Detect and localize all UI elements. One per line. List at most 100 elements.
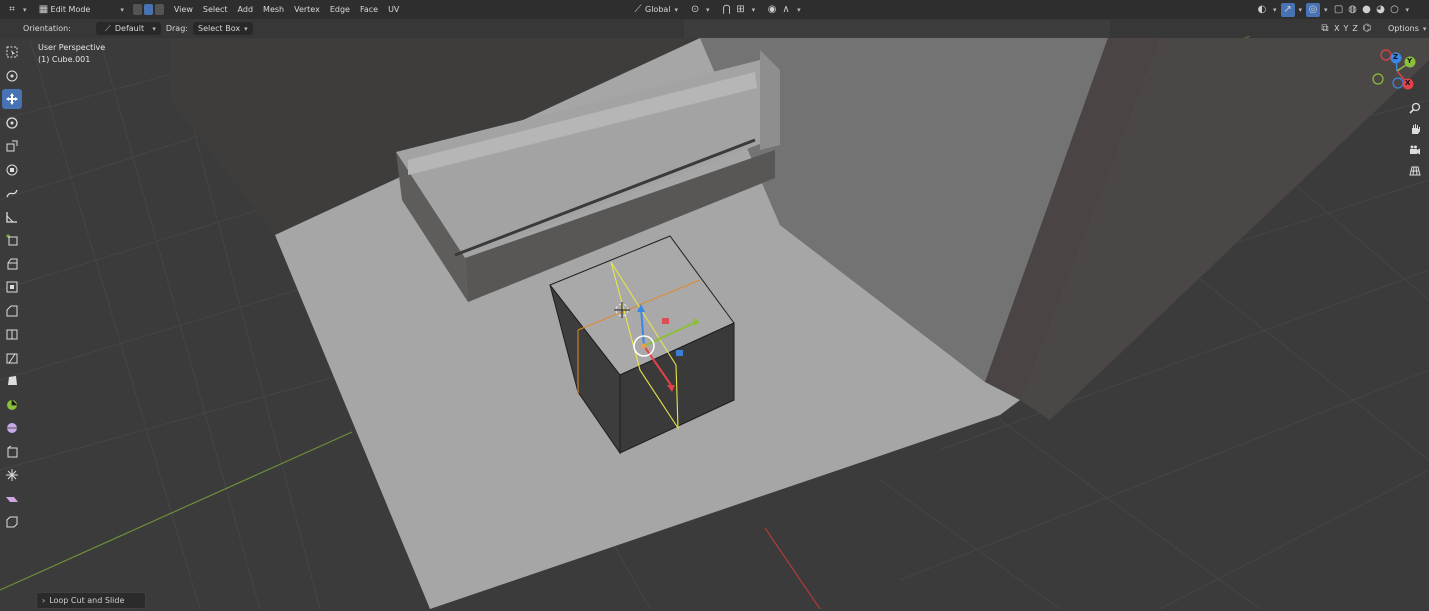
orientation-icon: ⟋	[105, 23, 111, 33]
navigation-gizmo[interactable]: Z Y X	[1370, 46, 1424, 92]
edge-slide-icon	[7, 445, 18, 457]
gizmo-toggle-icon[interactable]: ↗	[1280, 2, 1295, 17]
shear-tool[interactable]	[2, 489, 22, 509]
last-operation-label: Loop Cut and Slide	[49, 596, 125, 605]
rotate-icon	[6, 116, 18, 129]
pivot-icon: ⊙	[690, 4, 700, 15]
orientation-dropdown[interactable]: ⟋ Default ▾	[95, 22, 161, 35]
axis-z-toggle[interactable]: Z	[1350, 21, 1359, 36]
cursor-icon	[6, 70, 18, 81]
camera-view-button[interactable]	[1406, 141, 1424, 159]
orientation-value: Global	[645, 5, 671, 14]
orientation-dropdown-value: Default	[114, 24, 145, 33]
cursor-tool[interactable]	[2, 66, 22, 86]
face-select-icon[interactable]	[154, 4, 164, 15]
hand-icon	[1412, 124, 1420, 134]
perspective-toggle-button[interactable]	[1406, 162, 1424, 180]
chevron-down-icon: ▾	[244, 24, 248, 33]
select-box-tool[interactable]	[2, 42, 22, 62]
transform-icon	[6, 164, 18, 175]
visibility-icon[interactable]: ◐	[1255, 3, 1269, 17]
menu-vertex[interactable]: Vertex	[289, 2, 325, 17]
proportional-edit-icon: ◉	[767, 4, 777, 15]
loop-cut-icon	[6, 329, 18, 340]
orientation-selector[interactable]: ⟋ Global ▾	[626, 2, 683, 17]
add-cube-tool[interactable]	[2, 230, 22, 250]
axis-y-toggle[interactable]: Y	[1341, 21, 1350, 36]
gizmo-y-label: Y	[1407, 57, 1413, 65]
material-shading-icon[interactable]: ◕	[1374, 3, 1388, 17]
falloff-icon: ∧	[782, 4, 790, 15]
mode-label: Edit Mode	[50, 5, 91, 14]
smooth-tool[interactable]	[2, 418, 22, 438]
topology-mirror-icon[interactable]: ⌬	[1360, 22, 1374, 36]
options-dropdown[interactable]: Options ▾	[1383, 21, 1429, 36]
proportional-edit-toggle[interactable]: ◉ ∧ ▾	[760, 2, 806, 17]
zoom-button[interactable]	[1406, 99, 1424, 117]
solid-shading-icon[interactable]: ●	[1360, 3, 1374, 17]
xray-toggle-icon[interactable]: ▢	[1332, 3, 1346, 17]
last-operation-panel[interactable]: › Loop Cut and Slide	[36, 592, 146, 609]
chevron-down-icon: ▾	[1422, 24, 1427, 33]
chevron-down-icon: ▾	[152, 24, 156, 33]
menu-select[interactable]: Select	[198, 2, 233, 17]
header-menus: View Select Add Mesh Vertex Edge Face UV	[169, 2, 405, 17]
viewport-scene	[0, 0, 1429, 610]
extrude-region-tool[interactable]	[2, 254, 22, 274]
rotate-tool[interactable]	[2, 113, 22, 133]
inset-faces-tool[interactable]	[2, 277, 22, 297]
bevel-tool[interactable]	[2, 301, 22, 321]
menu-edge[interactable]: Edge	[325, 2, 355, 17]
viewport-shading-controls: ◐ ▾ ↗ ▾ ◎ ▾ ▢ ◍ ● ◕ ○ ▾	[1255, 2, 1409, 17]
shrink-fatten-tool[interactable]	[2, 465, 22, 485]
edge-select-icon[interactable]	[143, 4, 153, 15]
measure-tool[interactable]	[2, 207, 22, 227]
viewport-header: ⌗ ▾ ▦ Edit Mode ▾ View Select Add Mesh Ve…	[0, 0, 1429, 19]
menu-view[interactable]: View	[169, 2, 198, 17]
drag-dropdown[interactable]: Select Box ▾	[192, 22, 253, 35]
scale-tool[interactable]	[2, 136, 22, 156]
edge-slide-tool[interactable]	[2, 442, 22, 462]
editor-type-button[interactable]: ⌗ ▾	[0, 2, 32, 17]
3d-viewport[interactable]	[0, 0, 1429, 610]
inset-faces-icon	[6, 281, 18, 293]
transform-tool[interactable]	[2, 160, 22, 180]
shear-icon	[6, 496, 18, 502]
poly-build-tool[interactable]	[2, 371, 22, 391]
overlay-toggle-icon[interactable]: ◎	[1306, 2, 1321, 17]
menu-add[interactable]: Add	[233, 2, 259, 17]
pivot-selector[interactable]: ⊙ ▾	[683, 2, 715, 17]
spin-icon	[7, 399, 17, 410]
mirror-icon: ⧉	[1321, 23, 1329, 34]
bevel-icon	[6, 305, 18, 316]
gizmo-z-label: Z	[1393, 53, 1399, 61]
menu-mesh[interactable]: Mesh	[258, 2, 289, 17]
zoom-icon	[1409, 102, 1421, 114]
menu-uv[interactable]: UV	[383, 2, 404, 17]
chevron-down-icon: ▾	[674, 5, 679, 14]
wireframe-shading-icon[interactable]: ◍	[1346, 3, 1360, 17]
annotate-tool[interactable]	[2, 183, 22, 203]
axis-x-toggle[interactable]: X	[1332, 21, 1341, 36]
spin-tool[interactable]	[2, 395, 22, 415]
select-mode-toggle[interactable]	[132, 3, 165, 16]
camera-icon	[1410, 145, 1420, 155]
rip-region-tool[interactable]	[2, 512, 22, 532]
move-tool[interactable]	[2, 89, 22, 109]
snap-toggle[interactable]: ⋂ ⊞ ▾	[715, 2, 761, 17]
poly-build-icon	[8, 376, 17, 385]
smooth-icon	[7, 423, 17, 433]
rip-region-icon	[6, 516, 18, 528]
shrink-fatten-icon	[6, 469, 18, 481]
select-box-icon	[6, 46, 18, 58]
orientation-label: Orientation:	[23, 24, 71, 33]
pan-button[interactable]	[1406, 120, 1424, 138]
rendered-shading-icon[interactable]: ○	[1388, 3, 1402, 17]
vertex-select-icon[interactable]	[132, 4, 142, 15]
tool-shelf	[2, 42, 22, 536]
mode-selector[interactable]: ▦ Edit Mode ▾	[32, 2, 129, 17]
menu-face[interactable]: Face	[355, 2, 383, 17]
loop-cut-tool[interactable]	[2, 324, 22, 344]
tool-settings-bar: Orientation: ⟋ Default ▾ Drag: Select Bo…	[0, 19, 1429, 38]
knife-tool[interactable]	[2, 348, 22, 368]
